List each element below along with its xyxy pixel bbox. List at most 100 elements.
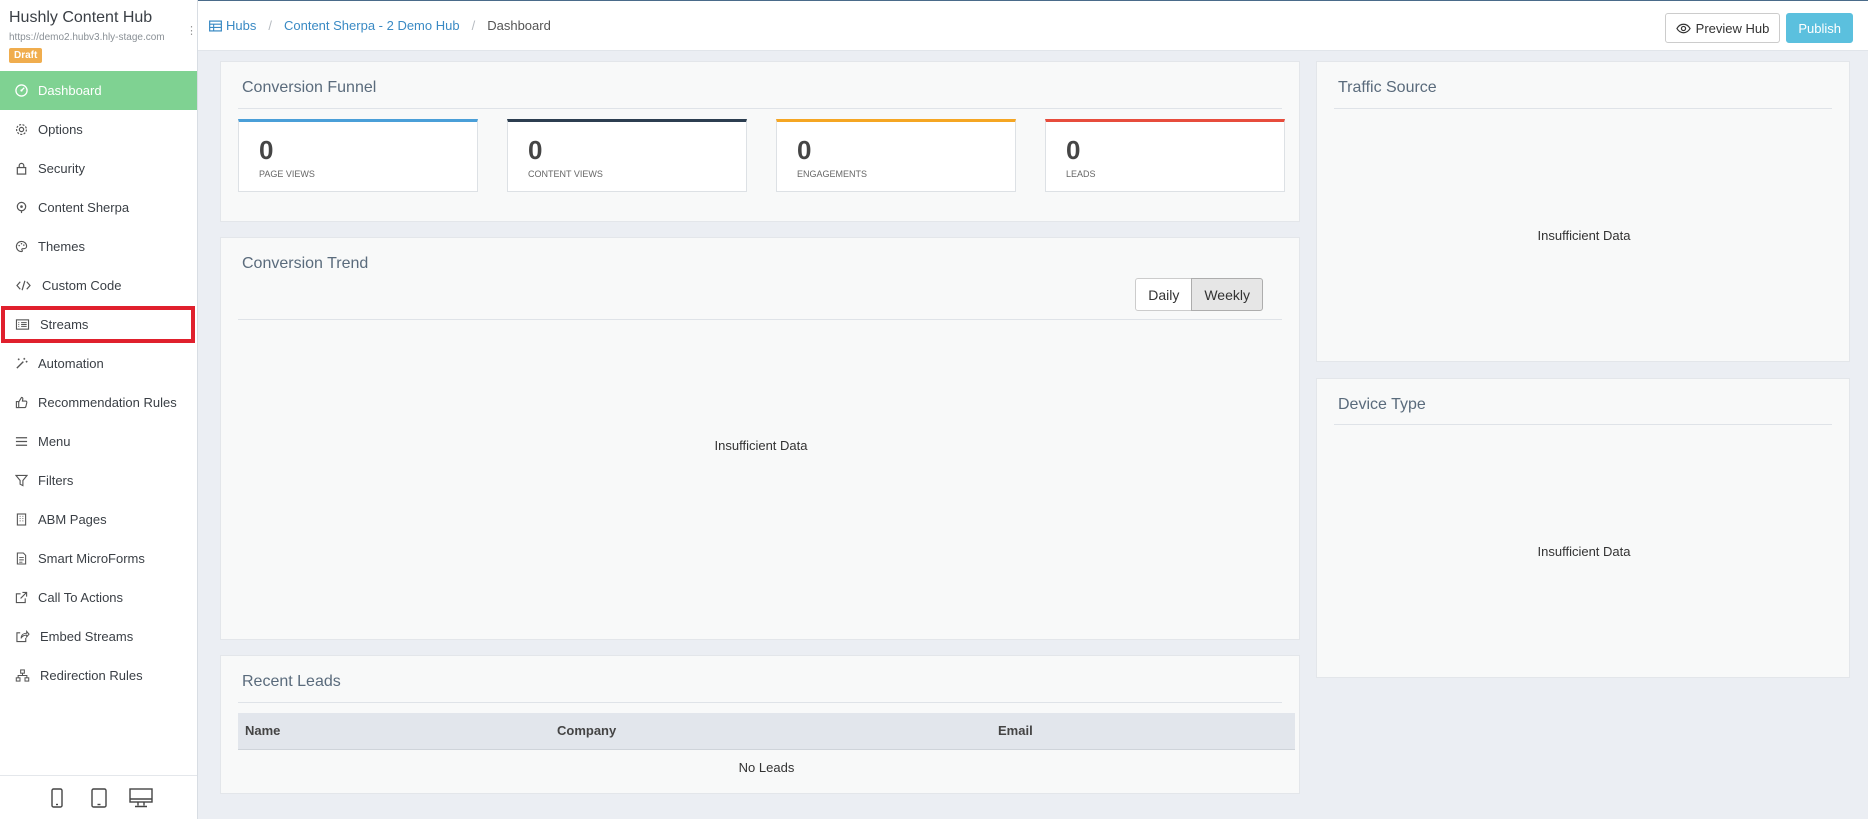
sidebar-item-recommendation-rules[interactable]: Recommendation Rules bbox=[0, 383, 197, 422]
panel-title: Conversion Trend bbox=[242, 255, 369, 272]
code-icon bbox=[14, 279, 32, 293]
sidebar: Hushly Content Hub https://demo2.hubv3.h… bbox=[0, 0, 198, 819]
breadcrumb-hub-link[interactable]: Content Sherpa - 2 Demo Hub bbox=[284, 18, 460, 33]
eye-icon bbox=[1675, 23, 1691, 34]
breadcrumb-hubs-link[interactable]: Hubs bbox=[226, 18, 256, 33]
sidebar-item-themes[interactable]: Themes bbox=[0, 227, 197, 266]
sidebar-item-label: Themes bbox=[38, 239, 85, 254]
recent-leads-panel: Recent Leads Name Company Email No Leads bbox=[220, 655, 1300, 794]
stat-engagements: 0 ENGAGEMENTS bbox=[776, 119, 1016, 192]
dashboard-icon bbox=[14, 84, 28, 98]
sitemap-icon bbox=[14, 669, 30, 683]
thumbs-up-icon bbox=[14, 396, 28, 410]
sidebar-item-label: Security bbox=[38, 161, 85, 176]
sidebar-item-abm-pages[interactable]: ABM Pages bbox=[0, 500, 197, 539]
sidebar-item-content-sherpa[interactable]: Content Sherpa bbox=[0, 188, 197, 227]
external-link-icon bbox=[14, 591, 28, 605]
sidebar-item-embed-streams[interactable]: Embed Streams bbox=[0, 617, 197, 656]
sidebar-item-smart-microforms[interactable]: Smart MicroForms bbox=[0, 539, 197, 578]
column-header-company[interactable]: Company bbox=[550, 713, 991, 750]
preview-hub-button[interactable]: Preview Hub bbox=[1664, 13, 1781, 43]
sidebar-item-filters[interactable]: Filters bbox=[0, 461, 197, 500]
list-icon bbox=[14, 318, 30, 332]
sidebar-item-label: ABM Pages bbox=[38, 512, 107, 527]
status-badge: Draft bbox=[9, 48, 43, 63]
daily-toggle-button[interactable]: Daily bbox=[1135, 278, 1193, 311]
stat-label: ENGAGEMENTS bbox=[797, 169, 868, 179]
brand-title: Hushly Content Hub bbox=[9, 9, 153, 26]
panel-divider bbox=[238, 319, 1282, 320]
sidebar-item-dashboard[interactable]: Dashboard bbox=[0, 71, 197, 110]
stat-value: 0 bbox=[797, 135, 812, 165]
brand-url[interactable]: https://demo2.hubv3.hly-stage.com bbox=[9, 32, 188, 43]
breadcrumb-separator: / bbox=[268, 18, 272, 33]
bars-icon bbox=[14, 435, 28, 449]
desktop-icon[interactable] bbox=[128, 786, 153, 810]
conversion-funnel-panel: Conversion Funnel 0 PAGE VIEWS 0 CONTENT… bbox=[220, 61, 1300, 222]
stat-content-views: 0 CONTENT VIEWS bbox=[507, 119, 747, 192]
sidebar-item-label: Streams bbox=[40, 317, 89, 332]
sidebar-item-label: Dashboard bbox=[38, 83, 102, 98]
publish-button[interactable]: Publish bbox=[1786, 13, 1853, 43]
panel-title: Device Type bbox=[1338, 396, 1426, 413]
sidebar-item-redirection-rules[interactable]: Redirection Rules bbox=[0, 656, 197, 695]
grid-icon bbox=[209, 19, 222, 32]
sherpa-icon bbox=[14, 201, 28, 215]
lock-icon bbox=[14, 162, 28, 176]
panel-divider bbox=[1334, 424, 1832, 425]
sidebar-item-options[interactable]: Options bbox=[0, 110, 197, 149]
stat-value: 0 bbox=[528, 135, 543, 165]
panel-divider bbox=[1334, 108, 1832, 109]
panel-divider bbox=[238, 108, 1282, 109]
sidebar-item-label: Call To Actions bbox=[38, 590, 124, 605]
breadcrumb-current: Dashboard bbox=[487, 18, 551, 33]
palette-icon bbox=[14, 240, 28, 254]
top-actions: Preview Hub Publish bbox=[1664, 13, 1853, 43]
magic-wand-icon bbox=[14, 357, 28, 371]
stat-label: CONTENT VIEWS bbox=[528, 169, 603, 179]
preview-hub-label: Preview Hub bbox=[1695, 20, 1770, 36]
filter-icon bbox=[14, 474, 28, 488]
device-type-panel: Device Type Insufficient Data bbox=[1316, 378, 1850, 678]
share-icon bbox=[14, 630, 30, 644]
traffic-source-panel: Traffic Source Insufficient Data bbox=[1316, 61, 1850, 362]
sidebar-item-label: Menu bbox=[38, 434, 71, 449]
sidebar-item-automation[interactable]: Automation bbox=[0, 344, 197, 383]
table-row: No Leads bbox=[238, 749, 1295, 785]
form-icon bbox=[14, 552, 28, 566]
collapse-handle-icon[interactable]: ⋮ bbox=[186, 24, 197, 37]
mobile-icon[interactable] bbox=[45, 786, 69, 810]
column-header-name[interactable]: Name bbox=[238, 713, 550, 750]
tablet-icon[interactable] bbox=[87, 786, 111, 810]
building-icon bbox=[14, 513, 28, 527]
top-bar: Hubs / Content Sherpa - 2 Demo Hub / Das… bbox=[198, 0, 1868, 51]
sidebar-item-label: Embed Streams bbox=[40, 629, 134, 644]
stat-label: PAGE VIEWS bbox=[259, 169, 315, 179]
sidebar-item-label: Redirection Rules bbox=[40, 668, 143, 683]
panel-divider bbox=[238, 702, 1282, 703]
sidebar-item-streams[interactable]: Streams bbox=[0, 305, 197, 344]
sidebar-item-label: Filters bbox=[38, 473, 74, 488]
weekly-toggle-button[interactable]: Weekly bbox=[1191, 278, 1263, 311]
period-toggle: Daily Weekly bbox=[1135, 278, 1263, 311]
empty-state-text: Insufficient Data bbox=[1537, 228, 1631, 243]
sidebar-item-security[interactable]: Security bbox=[0, 149, 197, 188]
sidebar-item-call-to-actions[interactable]: Call To Actions bbox=[0, 578, 197, 617]
empty-state-text: Insufficient Data bbox=[1537, 544, 1631, 559]
sidebar-item-label: Content Sherpa bbox=[38, 200, 130, 215]
leads-table: Name Company Email No Leads bbox=[238, 713, 1295, 785]
sidebar-item-menu[interactable]: Menu bbox=[0, 422, 197, 461]
conversion-trend-panel: Conversion Trend Daily Weekly Insufficie… bbox=[220, 237, 1300, 640]
stat-leads: 0 LEADS bbox=[1045, 119, 1285, 192]
brand: Hushly Content Hub https://demo2.hubv3.h… bbox=[0, 0, 197, 71]
stat-page-views: 0 PAGE VIEWS bbox=[238, 119, 478, 192]
empty-leads-text: No Leads bbox=[738, 759, 795, 775]
panel-title: Traffic Source bbox=[1338, 79, 1437, 96]
column-header-email[interactable]: Email bbox=[991, 713, 1295, 750]
panel-title: Conversion Funnel bbox=[242, 79, 377, 96]
sidebar-item-custom-code[interactable]: Custom Code bbox=[0, 266, 197, 305]
stat-label: LEADS bbox=[1066, 169, 1096, 179]
stat-value: 0 bbox=[1066, 135, 1081, 165]
gear-icon bbox=[14, 123, 28, 137]
sidebar-nav: Dashboard Options Security Content Sherp… bbox=[0, 71, 197, 695]
